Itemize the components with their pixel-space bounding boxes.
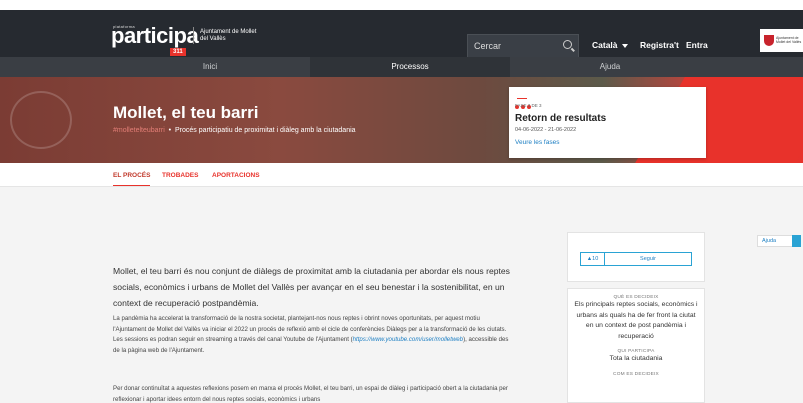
follower-count-value: 10 [592,256,599,262]
register-link[interactable]: Registra't [640,40,679,50]
language-selector[interactable]: Català [592,40,628,50]
language-label: Català [592,40,618,50]
paragraph-2: Per donar continuïtat a aquestes reflexi… [113,385,508,403]
intro-text: Mollet, el teu barri és nou conjunt de d… [113,266,510,308]
search-box [467,34,579,58]
hero-subtitle: #molletelteubarri • Procés participatiu … [113,127,356,134]
top-strip [0,0,803,10]
hashtag-link[interactable]: #molletelteubarri [113,127,165,134]
follow-card: ▲10 Seguir [567,232,705,282]
tab-trobades[interactable]: TROBADES [162,172,198,179]
follow-button[interactable]: ▲10 Seguir [580,252,692,266]
logo-badge: 311 [170,48,186,56]
main-nav: Inici Processos Ajuda [0,57,803,77]
youtube-link[interactable]: https://www.youtube.com/user/molletweb [353,336,463,343]
nav-item-inici[interactable]: Inici [110,57,310,77]
view-phases-link[interactable]: Veure les fases [515,139,559,146]
tree-illustration-icon [10,91,72,149]
how-decides-heading: COM ES DECIDEIX [613,371,659,377]
nav-item-ajuda[interactable]: Ajuda [510,57,710,77]
process-description: Procés participatiu de proximitat i diàl… [175,127,356,134]
shield-icon [764,35,774,46]
nav-item-processos[interactable]: Processos [310,57,510,77]
logo-separator [193,27,194,44]
page-title: Mollet, el teu barri [113,103,259,122]
tab-el-proces[interactable]: EL PROCÉS [113,172,151,186]
ajuntament-logo-text: Ajuntament de Mollet del Vallès [776,36,802,44]
search-input[interactable] [474,38,558,54]
search-icon[interactable] [563,40,572,49]
participants-value: Tota la ciutadania [609,355,663,362]
phase-dates: 04-06-2022 - 21-06-2022 [515,127,577,133]
phase-step: FASE 3 DE 3 [515,103,542,108]
login-link[interactable]: Entra [686,40,708,50]
phase-title: Retorn de resultats [515,113,607,124]
logo-subtitle: Ajuntament de Mollet del Vallès [200,29,257,42]
phase-card: FASE 3 DE 3 Retorn de resultats 04-06-20… [509,87,706,158]
help-button[interactable]: Ajuda [757,235,801,247]
site-header: plataforma participa 311 Ajuntament de M… [0,10,803,58]
hashtag-separator: • [166,127,175,134]
ajuntament-logo[interactable]: Ajuntament de Mollet del Vallès [760,29,803,52]
decides-value: Els principals reptes socials, econòmics… [574,301,698,340]
process-tabs: EL PROCÉS TROBADES APORTACIONS [0,163,803,187]
follower-count: ▲10 [581,253,605,265]
paragraph-1: La pandèmia ha accelerat la transformaci… [113,314,513,356]
process-metadata-card: QUÈ ES DECIDEIX Els principals reptes so… [567,288,705,403]
help-label: Ajuda [762,238,777,244]
site-logo[interactable]: participa [111,23,199,49]
follow-label: Seguir [640,256,656,262]
help-tab-edge [792,235,801,247]
tab-aportacions[interactable]: APORTACIONS [212,172,260,179]
caret-down-icon [621,43,628,48]
